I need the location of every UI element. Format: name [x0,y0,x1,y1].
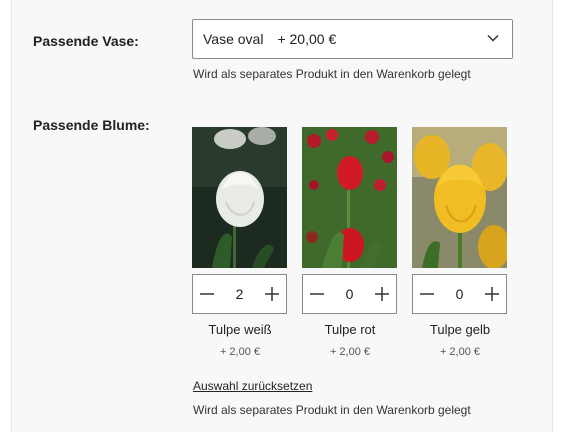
red-tulip-image [302,127,397,268]
minus-icon [200,293,214,295]
decrement-button[interactable] [303,275,331,313]
flower-card-yellow: 0 Tulpe gelb + 2,00 € [412,127,508,358]
yellow-tulip-image [412,127,507,268]
minus-icon [310,293,324,295]
quantity-value[interactable]: 0 [335,286,365,302]
flower-name: Tulpe gelb [429,322,491,337]
flower-note: Wird als separates Produkt in den Warenk… [193,403,471,417]
flower-card-white: 2 Tulpe weiß + 2,00 € [192,127,288,358]
chevron-down-icon [487,34,499,42]
quantity-value[interactable]: 0 [445,286,475,302]
quantity-stepper: 2 [192,274,287,314]
vase-selected-price: + 20,00 € [277,31,337,47]
flower-label: Passende Blume: [33,117,150,133]
flower-name: Tulpe weiß [208,322,272,337]
flower-price: + 2,00 € [329,346,371,358]
increment-button[interactable] [478,275,506,313]
quantity-stepper: 0 [302,274,397,314]
vase-selected-name: Vase oval [203,31,264,47]
quantity-stepper: 0 [412,274,507,314]
flower-card-red: 0 Tulpe rot + 2,00 € [302,127,398,358]
flower-price: + 2,00 € [439,346,481,358]
white-tulip-image [192,127,287,268]
plus-icon [375,287,389,301]
minus-icon [420,293,434,295]
reset-selection-link[interactable]: Auswahl zurücksetzen [193,379,312,393]
increment-button[interactable] [368,275,396,313]
flower-price: + 2,00 € [219,346,261,358]
vase-label: Passende Vase: [33,33,139,49]
plus-icon [265,287,279,301]
decrement-button[interactable] [413,275,441,313]
vase-note: Wird als separates Produkt in den Warenk… [193,67,471,81]
flower-name: Tulpe rot [324,322,376,337]
plus-icon [485,287,499,301]
increment-button[interactable] [258,275,286,313]
vase-select[interactable]: Vase oval + 20,00 € [192,19,513,59]
decrement-button[interactable] [193,275,221,313]
quantity-value[interactable]: 2 [225,286,255,302]
